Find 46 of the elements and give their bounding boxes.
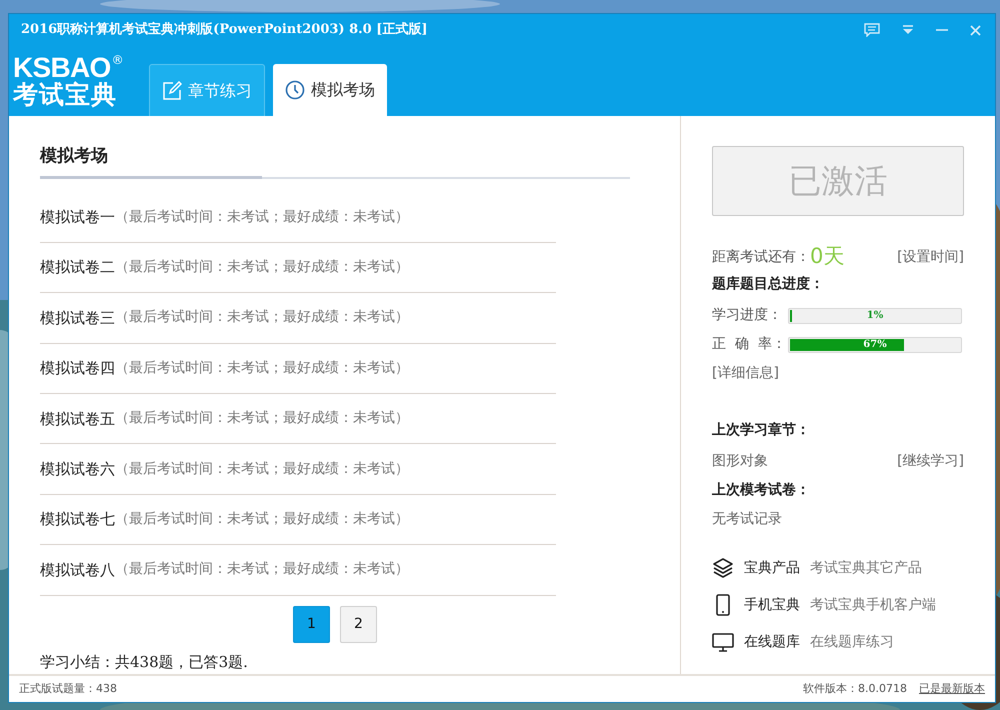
clock-icon: [285, 80, 305, 100]
monitor-icon: [712, 631, 734, 653]
progress-reading: 1%: [866, 308, 884, 322]
link-description: 考试宝典手机客户端: [810, 596, 936, 614]
details-link[interactable]: [详细信息]: [712, 363, 964, 384]
exam-paper-item[interactable]: 模拟试卷七（最后考试时间：未考试；最好成绩：未考试）: [40, 494, 556, 546]
message-icon[interactable]: [864, 23, 880, 37]
meter-label: 学习进度：: [712, 306, 783, 325]
continue-link[interactable]: [继续学习]: [897, 451, 964, 472]
dropdown-icon[interactable]: [902, 25, 914, 35]
product-link[interactable]: 宝典产品: [744, 558, 800, 578]
last-exam-heading: 上次模考试卷：: [712, 481, 811, 500]
page-button[interactable]: 1: [293, 606, 330, 643]
exam-paper-item[interactable]: 模拟试卷五（最后考试时间：未考试；最好成绩：未考试）: [40, 394, 556, 444]
edit-icon: [162, 80, 182, 100]
progress-heading: 题库题目总进度：: [712, 274, 825, 294]
exam-paper-item[interactable]: 模拟试卷二（最后考试时间：未考试；最好成绩：未考试）: [40, 242, 556, 294]
product-link[interactable]: 在线题库: [744, 632, 800, 652]
minimize-icon[interactable]: [936, 28, 948, 32]
exam-paper-item[interactable]: 模拟试卷六（最后考试时间：未考试；最好成绩：未考试）: [40, 444, 556, 495]
last-chapter: 图形对象: [712, 452, 768, 471]
update-link[interactable]: 已是最新版本: [919, 680, 985, 698]
countdown-label: 距离考试还有：: [712, 248, 810, 266]
product-link[interactable]: 手机宝典: [744, 594, 800, 616]
countdown-value: 0天: [810, 243, 844, 270]
link-description: 考试宝典其它产品: [810, 558, 922, 578]
study-summary: 学习小结：共438题，已答3题.: [40, 652, 249, 673]
question-count: 正式版试题量：438: [19, 680, 117, 697]
tab[interactable]: 模拟考场: [273, 64, 387, 116]
close-icon[interactable]: [970, 24, 981, 36]
logo: KSBAO® 考试宝典: [13, 54, 125, 111]
window-title: 2016职称计算机考试宝典冲刺版(PowerPoint2003) 8.0 [正式版]: [21, 20, 428, 40]
link-description: 在线题库练习: [810, 632, 894, 652]
set-time-link[interactable]: [设置时间]: [897, 246, 964, 268]
exam-paper-item[interactable]: 模拟试卷四（最后考试时间：未考试；最好成绩：未考试）: [40, 344, 556, 394]
exam-paper-item[interactable]: 模拟试卷一（最后考试时间：未考试；最好成绩：未考试）: [40, 192, 556, 243]
exam-paper-item[interactable]: 模拟试卷八（最后考试时间：未考试；最好成绩：未考试）: [40, 545, 556, 596]
software-version: 软件版本：8.0.0718: [803, 680, 907, 697]
last-exam: 无考试记录: [712, 510, 783, 529]
last-chapter-heading: 上次学习章节：: [712, 420, 811, 440]
meter-label: 正 确 率：: [712, 335, 787, 354]
layers-icon: [712, 557, 734, 579]
progress-reading: 67%: [862, 338, 888, 352]
page-button[interactable]: 2: [340, 606, 377, 643]
exam-paper-item[interactable]: 模拟试卷三（最后考试时间：未考试；最好成绩：未考试）: [40, 293, 556, 344]
section-heading: 模拟考场: [40, 144, 262, 178]
